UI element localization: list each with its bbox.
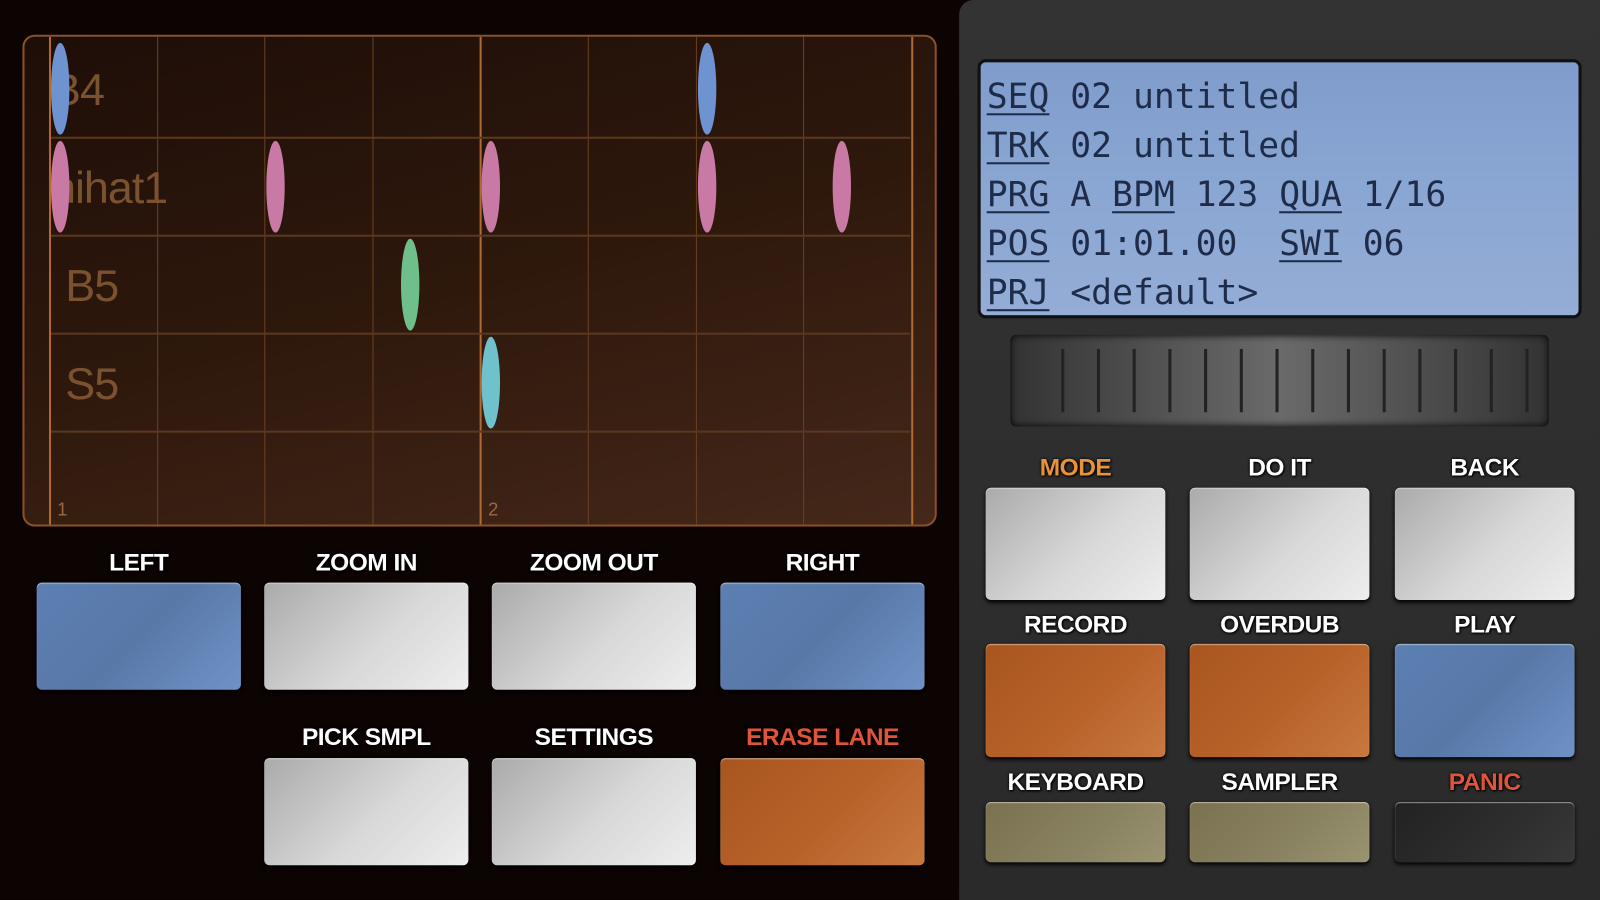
jog-tick xyxy=(1204,348,1208,413)
bpm-key[interactable]: BPM xyxy=(1112,174,1175,215)
grid-column-line xyxy=(695,36,697,525)
seq-key[interactable]: SEQ xyxy=(987,77,1050,118)
mode-button[interactable] xyxy=(985,487,1166,600)
lcd-prg-row: PRG A BPM 123 QUA 1/16 xyxy=(987,170,1579,219)
note-B4[interactable] xyxy=(51,42,70,135)
play-button[interactable] xyxy=(1394,643,1575,758)
pos-value: 01:01.00 xyxy=(1049,223,1280,265)
app-screen: B4 hihat1 B5 S5 1 2 LEFT ZOOM IN ZOOM OUT RIGHT P… xyxy=(0,0,1600,900)
jog-tick xyxy=(1239,348,1243,413)
sampler-button[interactable] xyxy=(1189,802,1370,863)
bar-number: 1 xyxy=(57,498,68,520)
back-label: BACK xyxy=(1450,454,1520,482)
prg-key[interactable]: PRG xyxy=(987,174,1050,215)
bpm-value: 123 xyxy=(1174,174,1280,216)
pick-smpl-button[interactable] xyxy=(264,758,469,866)
grid-column-line xyxy=(911,36,914,525)
bar-number: 2 xyxy=(488,498,499,520)
lcd-seq-row: SEQ 02 untitled xyxy=(987,72,1579,121)
jog-tick xyxy=(1525,348,1529,413)
zoom-in-button[interactable] xyxy=(264,582,469,690)
left-label: LEFT xyxy=(109,548,169,577)
keyboard-button[interactable] xyxy=(985,802,1166,863)
erase-lane-label: ERASE LANE xyxy=(746,723,899,752)
jog-tick xyxy=(1096,348,1100,413)
grid-column-line xyxy=(479,36,483,525)
qua-value: 1/16 xyxy=(1341,174,1447,216)
right-label: RIGHT xyxy=(785,548,860,577)
record-label: RECORD xyxy=(1023,611,1128,639)
lcd-display: SEQ 02 untitled TRK 02 untitled PRG A BP… xyxy=(977,59,1582,319)
jog-tick xyxy=(1346,348,1350,413)
jog-tick xyxy=(1275,348,1279,413)
lane-label[interactable]: B5 xyxy=(65,261,119,312)
lcd-pos-row: POS 01:01.00 SWI 06 xyxy=(987,219,1579,268)
do-it-button[interactable] xyxy=(1189,487,1370,600)
settings-button[interactable] xyxy=(491,758,696,866)
note-hihat1[interactable] xyxy=(697,140,716,233)
grid-column-line xyxy=(803,36,805,525)
jog-tick xyxy=(1454,348,1458,413)
grid-row-line xyxy=(51,430,911,433)
prj-value: <default> xyxy=(1049,272,1259,314)
note-B5[interactable] xyxy=(401,238,420,331)
do-it-label: DO IT xyxy=(1248,454,1311,482)
left-button[interactable] xyxy=(36,582,241,690)
play-label: PLAY xyxy=(1454,611,1516,639)
jog-tick xyxy=(1489,348,1493,413)
seq-value: 02 untitled xyxy=(1049,76,1301,118)
jog-tick xyxy=(1311,348,1315,413)
grid-row-line xyxy=(51,332,911,335)
note-hihat1[interactable] xyxy=(51,140,70,233)
back-button[interactable] xyxy=(1394,487,1575,600)
sequencer-grid[interactable]: B4 hihat1 B5 S5 1 2 xyxy=(22,34,937,527)
pick-smpl-label: PICK SMPL xyxy=(301,723,431,752)
settings-label: SETTINGS xyxy=(534,723,654,752)
record-button[interactable] xyxy=(985,643,1166,758)
lane-label[interactable]: S5 xyxy=(65,359,119,410)
grid-column-line xyxy=(587,36,589,525)
swi-value: 06 xyxy=(1341,223,1405,265)
lcd-trk-row: TRK 02 untitled xyxy=(987,121,1579,170)
lcd-prj-row: PRJ <default> xyxy=(987,268,1579,317)
prj-key[interactable]: PRJ xyxy=(987,272,1050,313)
zoom-in-label: ZOOM IN xyxy=(315,548,418,577)
right-button[interactable] xyxy=(720,582,925,690)
mode-label: MODE xyxy=(1039,454,1112,482)
keyboard-label: KEYBOARD xyxy=(1007,768,1144,796)
grid-column-line xyxy=(372,36,374,525)
prg-value: A xyxy=(1049,174,1113,216)
jog-tick xyxy=(1168,348,1172,413)
note-hihat1[interactable] xyxy=(266,140,285,233)
erase-lane-button[interactable] xyxy=(720,758,925,866)
grid-row-line xyxy=(51,136,911,139)
trk-key[interactable]: TRK xyxy=(987,126,1050,167)
note-hihat1[interactable] xyxy=(482,140,501,233)
sampler-label: SAMPLER xyxy=(1221,768,1338,796)
swi-key[interactable]: SWI xyxy=(1279,223,1342,264)
note-B4[interactable] xyxy=(697,42,716,135)
grid-column-line xyxy=(156,36,158,525)
grid-column-line xyxy=(264,36,266,525)
jog-tick xyxy=(1132,348,1136,413)
trk-value: 02 untitled xyxy=(1049,125,1301,167)
qua-key[interactable]: QUA xyxy=(1279,174,1342,215)
zoom-out-label: ZOOM OUT xyxy=(529,548,658,577)
overdub-label: OVERDUB xyxy=(1220,611,1340,639)
panic-button[interactable] xyxy=(1394,802,1575,863)
panic-label: PANIC xyxy=(1448,768,1521,796)
note-S5[interactable] xyxy=(482,336,501,429)
overdub-button[interactable] xyxy=(1189,643,1370,758)
pos-key[interactable]: POS xyxy=(987,223,1050,264)
jog-tick xyxy=(1382,348,1386,413)
grid-row-line xyxy=(51,234,911,237)
jog-wheel[interactable] xyxy=(1010,334,1549,427)
jog-tick xyxy=(1061,348,1065,413)
note-hihat1[interactable] xyxy=(832,140,851,233)
zoom-out-button[interactable] xyxy=(491,582,696,690)
jog-tick xyxy=(1418,348,1422,413)
